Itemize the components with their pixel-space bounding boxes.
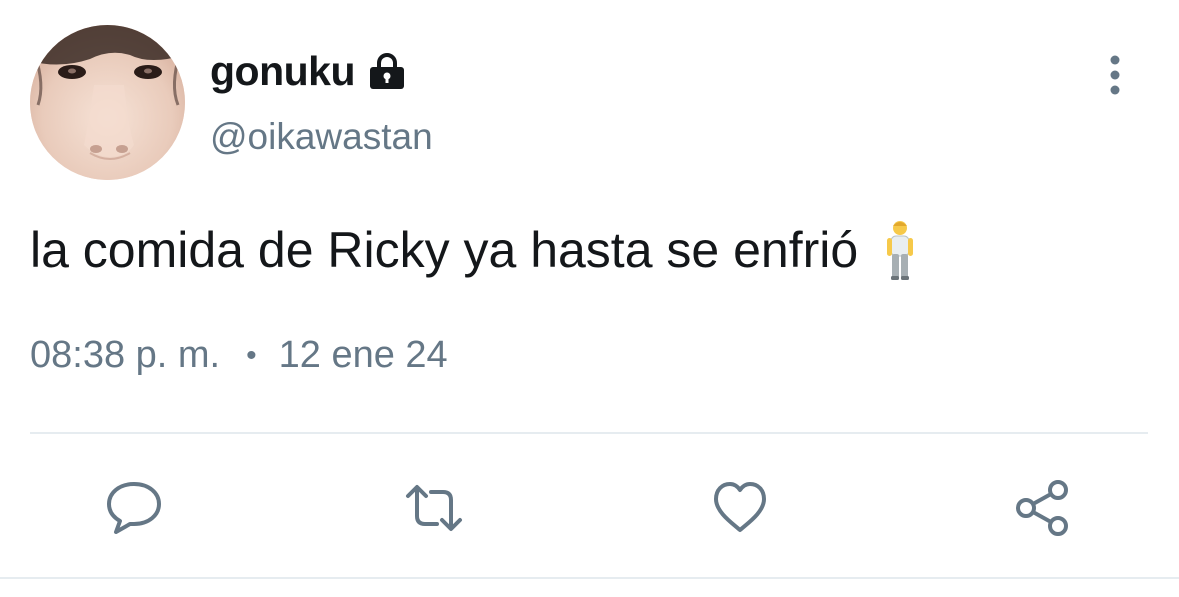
tweet-card: gonuku @oikawastan la comida de Ricky ya… [0,0,1179,597]
user-handle[interactable]: @oikawastan [210,116,433,158]
display-name[interactable]: gonuku [210,48,356,95]
tweet-date[interactable]: 12 ene 24 [279,334,448,377]
share-button[interactable] [1013,478,1073,538]
divider [30,432,1148,434]
reply-button[interactable] [104,478,164,538]
tweet-time[interactable]: 08:38 p. m. [30,334,220,377]
lock-icon [367,51,407,91]
reply-bubble-icon [107,482,161,534]
bottom-divider [0,577,1179,579]
heart-icon [714,482,766,532]
like-button[interactable] [710,478,770,538]
more-options-icon[interactable] [1100,54,1130,96]
avatar[interactable] [30,25,185,180]
tweet-body: la comida de Ricky ya hasta se enfrió [30,222,859,278]
meta-separator: • [246,338,257,372]
retweet-button[interactable] [404,478,464,538]
tweet-text: la comida de Ricky ya hasta se enfrió [30,218,920,282]
retweet-icon [406,485,462,531]
share-icon [1016,480,1068,536]
person-standing-icon [880,218,920,282]
display-name-row: gonuku [210,44,407,98]
tweet-timestamp: 08:38 p. m. • 12 ene 24 [30,334,448,377]
